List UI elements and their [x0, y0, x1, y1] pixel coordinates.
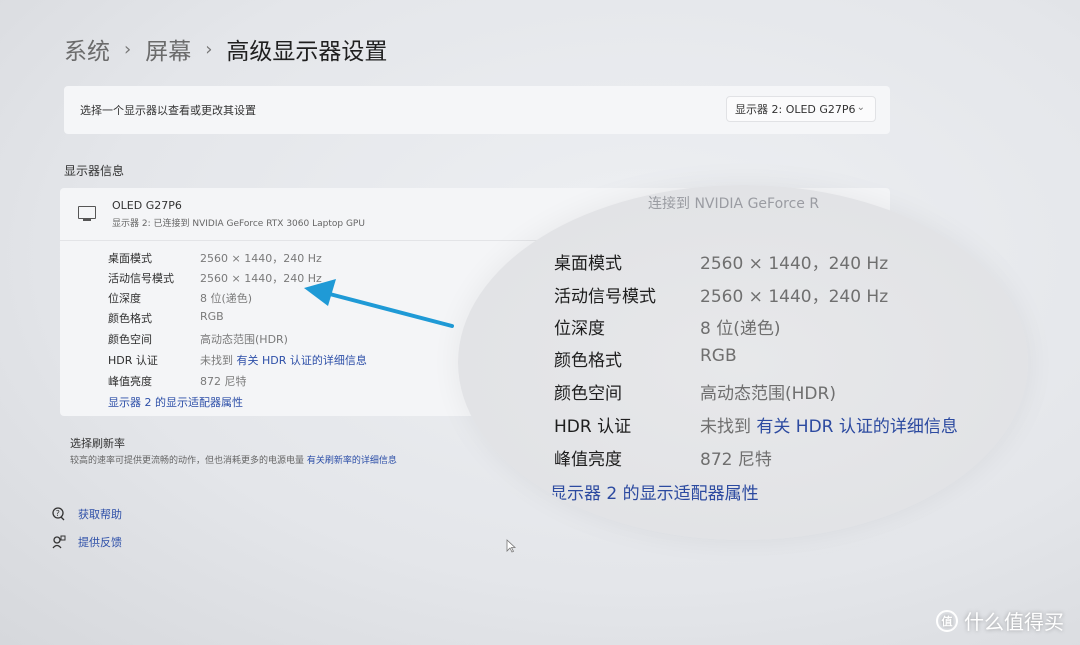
prop-key: 颜色格式 [554, 351, 622, 371]
watermark-text: 什么值得买 [964, 610, 1064, 634]
mouse-cursor-icon [506, 539, 517, 557]
prop-value: RGB [700, 346, 737, 366]
prop-key: 活动信号模式 [554, 287, 656, 307]
prop-key: HDR 认证 [554, 417, 632, 437]
watermark: 值 什么值得买 [936, 606, 1064, 635]
prop-key: 颜色空间 [554, 384, 622, 404]
prop-value: 高动态范围(HDR) [700, 384, 836, 404]
prop-key: 桌面模式 [554, 254, 622, 274]
prop-value: 未找到 有关 HDR 认证的详细信息 [700, 412, 958, 437]
prop-value: 2560 × 1440，240 Hz [700, 254, 889, 274]
prop-key: 峰值亮度 [554, 450, 622, 470]
prop-key: 位深度 [554, 319, 605, 339]
magnified-view: 连接到 NVIDIA GeForce R 桌面模式 2560 × 1440，24… [458, 185, 1028, 540]
prop-value: 872 尼特 [700, 450, 772, 470]
adapter-properties-link[interactable]: 显示器 2 的显示适配器属性 [550, 479, 759, 504]
hdr-cert-link[interactable]: 有关 HDR 认证的详细信息 [756, 417, 958, 437]
prop-value: 8 位(递色) [700, 319, 781, 339]
prop-value: 2560 × 1440，240 Hz [700, 287, 889, 307]
ghost-text-magnified: 连接到 NVIDIA GeForce R [648, 196, 820, 212]
watermark-logo: 值 [936, 609, 958, 632]
hdr-cert-status: 未找到 [700, 417, 751, 437]
